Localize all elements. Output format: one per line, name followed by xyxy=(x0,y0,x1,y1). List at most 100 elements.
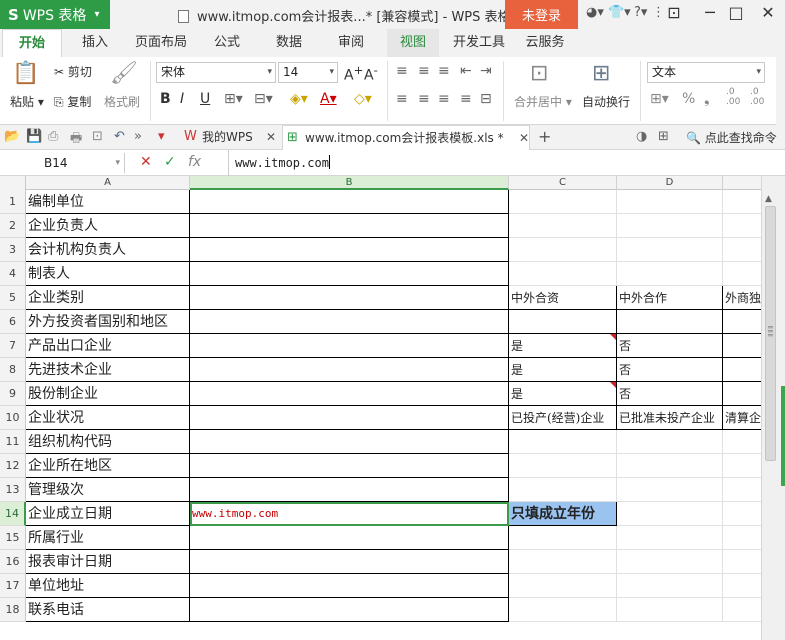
cell-e7[interactable] xyxy=(723,334,761,358)
cell-d1[interactable] xyxy=(617,190,723,214)
cell-b5[interactable] xyxy=(190,286,509,310)
grow-font-icon[interactable]: A+ xyxy=(344,63,363,84)
tab-formula[interactable]: 公式 xyxy=(204,29,250,57)
row-header[interactable]: 5 xyxy=(0,286,26,310)
tab-insert[interactable]: 插入 xyxy=(70,29,120,57)
row-header[interactable]: 16 xyxy=(0,550,26,574)
paste-button[interactable]: 粘贴 ▾ xyxy=(10,93,44,110)
bold-icon[interactable]: B xyxy=(160,91,171,107)
cell-d4[interactable] xyxy=(617,262,723,286)
cell-e2[interactable] xyxy=(723,214,761,238)
cell-d16[interactable] xyxy=(617,550,723,574)
font-size-select[interactable]: 14 ▾ xyxy=(278,62,338,83)
app-menu-button[interactable]: S WPS 表格 ▾ xyxy=(0,0,110,29)
column-header-b[interactable]: B xyxy=(190,176,509,190)
cell-d5[interactable]: 中外合作 xyxy=(617,286,723,310)
cell-c18[interactable] xyxy=(509,598,617,622)
cell-d2[interactable] xyxy=(617,214,723,238)
vertical-scrollbar[interactable]: ▲ ═ ═ ═ xyxy=(761,176,785,640)
select-all-corner[interactable] xyxy=(0,176,26,190)
column-header-c[interactable]: C xyxy=(509,176,617,190)
fill-color-icon[interactable]: ◈▾ xyxy=(290,91,308,107)
print-icon[interactable]: 🖶 xyxy=(70,129,82,151)
name-box[interactable]: B14 ▾ xyxy=(0,153,125,173)
cell-b6[interactable] xyxy=(190,310,509,334)
cell-d13[interactable] xyxy=(617,478,723,502)
cell-a15[interactable]: 所属行业 xyxy=(26,526,190,550)
cell-c7[interactable]: 是 xyxy=(509,334,617,358)
percent-icon[interactable]: % xyxy=(682,91,695,107)
cell-b10[interactable] xyxy=(190,406,509,430)
cell-c14[interactable]: 只填成立年份 xyxy=(509,502,617,526)
cell-b9[interactable] xyxy=(190,382,509,406)
merge-center-button[interactable]: 合并居中 ▾ xyxy=(514,93,572,110)
cell-e12[interactable] xyxy=(723,454,761,478)
tab-data[interactable]: 数据 xyxy=(266,29,312,57)
cell-b1[interactable] xyxy=(190,190,509,214)
align-bottom-icon[interactable]: ≡ xyxy=(438,63,450,79)
column-header-a[interactable]: A xyxy=(26,176,190,190)
cancel-icon[interactable]: ✕ xyxy=(140,154,152,170)
print-preview-icon[interactable]: ⊡ xyxy=(92,129,103,144)
row-header[interactable]: 2 xyxy=(0,214,26,238)
confirm-icon[interactable]: ✓ xyxy=(164,154,176,170)
cell-a11[interactable]: 组织机构代码 xyxy=(26,430,190,454)
row-header[interactable]: 13 xyxy=(0,478,26,502)
merge-center-icon[interactable]: ⊡ xyxy=(530,61,548,86)
tab-developer[interactable]: 开发工具 xyxy=(448,29,510,57)
shrink-font-icon[interactable]: A- xyxy=(364,63,378,84)
cell-b15[interactable] xyxy=(190,526,509,550)
align-center-icon[interactable]: ≡ xyxy=(418,91,430,107)
column-header-d[interactable]: D xyxy=(617,176,723,190)
cell-c12[interactable] xyxy=(509,454,617,478)
indent-increase-icon[interactable]: ⇥ xyxy=(480,63,492,79)
shirt-icon[interactable]: 👕▾ xyxy=(608,5,631,20)
skin-icon[interactable]: ◕▾ xyxy=(586,5,604,20)
row-header[interactable]: 7 xyxy=(0,334,26,358)
row-header[interactable]: 18 xyxy=(0,598,26,622)
cell-b14[interactable]: www.itmop.com xyxy=(190,502,509,526)
comma-icon[interactable]: ❟ xyxy=(704,91,710,107)
cell-a10[interactable]: 企业状况 xyxy=(26,406,190,430)
cell-c16[interactable] xyxy=(509,550,617,574)
tab-home[interactable]: 开始 xyxy=(2,29,62,57)
cell-d6[interactable] xyxy=(617,310,723,334)
align-left-icon[interactable]: ≡ xyxy=(396,91,408,107)
close-icon[interactable]: ✕ xyxy=(519,126,529,150)
formula-input[interactable]: www.itmop.com xyxy=(228,150,785,176)
cell-e10[interactable]: 清算企 xyxy=(723,406,761,430)
row-header[interactable]: 12 xyxy=(0,454,26,478)
tab-cloud[interactable]: 云服务 xyxy=(520,29,570,57)
cut-button[interactable]: ✂ 剪切 xyxy=(54,63,92,80)
login-button[interactable]: 未登录 xyxy=(505,0,578,29)
cell-a17[interactable]: 单位地址 xyxy=(26,574,190,598)
maximize-icon[interactable]: □ xyxy=(724,3,748,22)
fx-icon[interactable]: fx xyxy=(188,154,201,170)
underline-icon[interactable]: U xyxy=(200,91,210,107)
cell-d9[interactable]: 否 xyxy=(617,382,723,406)
cell-b2[interactable] xyxy=(190,214,509,238)
row-header[interactable]: 9 xyxy=(0,382,26,406)
distribute-icon[interactable]: ⊟ xyxy=(480,91,492,107)
cell-b8[interactable] xyxy=(190,358,509,382)
tab-file[interactable]: ⊞ www.itmop.com会计报表模板.xls * ✕ xyxy=(282,125,530,150)
cell-a8[interactable]: 先进技术企业 xyxy=(26,358,190,382)
cell-e17[interactable] xyxy=(723,574,761,598)
cell-d11[interactable] xyxy=(617,430,723,454)
row-header[interactable]: 14 xyxy=(0,502,26,526)
cell-e16[interactable] xyxy=(723,550,761,574)
cell-a13[interactable]: 管理级次 xyxy=(26,478,190,502)
close-icon[interactable]: ✕ xyxy=(266,125,276,149)
increase-decimal-icon[interactable]: .0 .00 xyxy=(726,87,740,107)
cell-a12[interactable]: 企业所在地区 xyxy=(26,454,190,478)
wrap-text-icon[interactable]: ⊞ xyxy=(592,61,610,86)
italic-icon[interactable]: I xyxy=(180,91,184,107)
cell-d15[interactable] xyxy=(617,526,723,550)
indent-decrease-icon[interactable]: ⇤ xyxy=(460,63,472,79)
help-icon[interactable]: ?▾ xyxy=(634,5,647,20)
number-format-select[interactable]: 文本 ▾ xyxy=(647,62,765,83)
cell-c9[interactable]: 是 xyxy=(509,382,617,406)
cell-c3[interactable] xyxy=(509,238,617,262)
cell-c5[interactable]: 中外合资 xyxy=(509,286,617,310)
cell-d7[interactable]: 否 xyxy=(617,334,723,358)
